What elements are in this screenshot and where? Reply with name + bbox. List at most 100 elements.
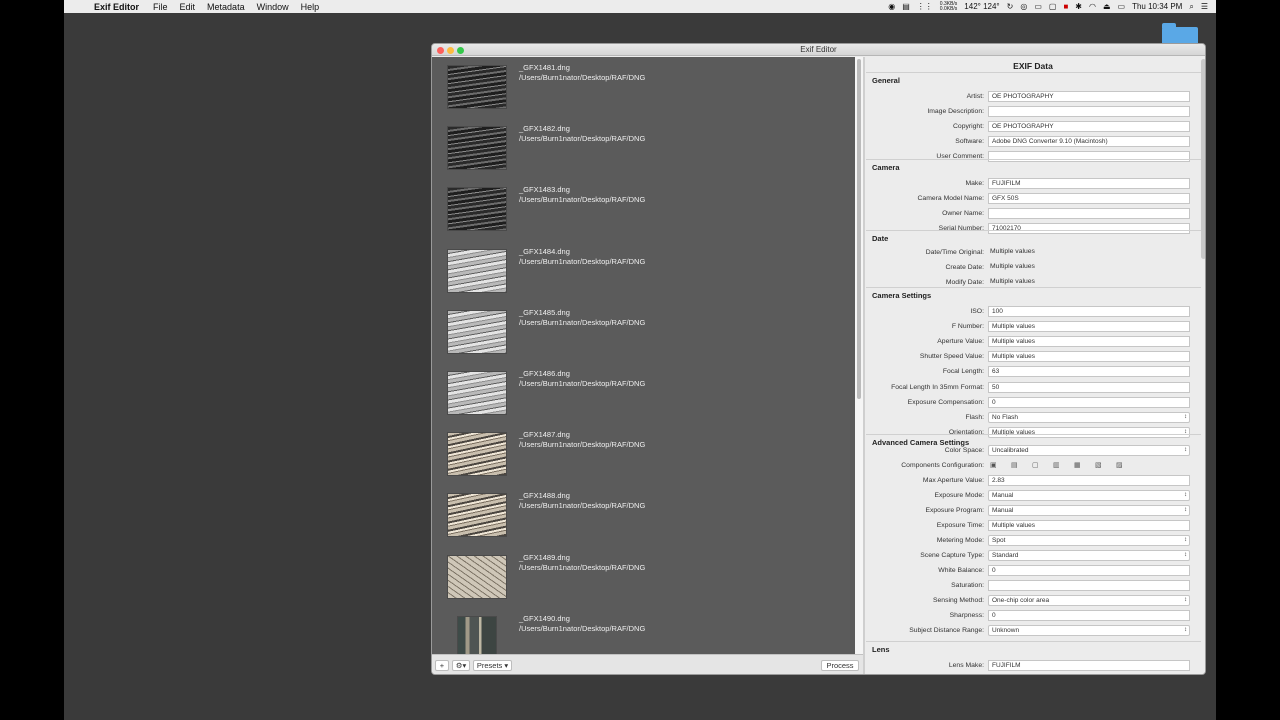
file-row[interactable]: _GFX1485.dng/Users/Burn1nator/Desktop/RA…: [432, 302, 852, 363]
activity-icon[interactable]: ▤: [902, 2, 910, 11]
eye-icon[interactable]: ◎: [1020, 2, 1027, 11]
file-path: /Users/Burn1nator/Desktop/RAF/DNG: [519, 195, 646, 205]
field-f-number[interactable]: Multiple values: [988, 321, 1190, 333]
file-row[interactable]: _GFX1486.dng/Users/Burn1nator/Desktop/RA…: [432, 363, 852, 424]
display-icon[interactable]: ▭: [1034, 2, 1042, 11]
select-color-space[interactable]: Uncalibrated: [988, 445, 1190, 456]
window-title: Exif Editor: [800, 45, 837, 54]
file-path: /Users/Burn1nator/Desktop/RAF/DNG: [519, 134, 646, 144]
menu-edit[interactable]: Edit: [180, 2, 196, 12]
value-modify-date: Multiple values: [990, 278, 1035, 285]
field-make[interactable]: FUJIFILM: [988, 178, 1190, 189]
field-copyright[interactable]: OE PHOTOGRAPHY: [988, 121, 1190, 132]
field-image-description[interactable]: [988, 106, 1190, 117]
component-icon[interactable]: ▨: [1116, 461, 1123, 469]
screen-icon[interactable]: ▢: [1049, 2, 1057, 11]
component-icon[interactable]: ▧: [1095, 461, 1102, 469]
label-copyright: Copyright:: [953, 123, 984, 130]
field-shutter-speed-value[interactable]: Multiple values: [988, 351, 1190, 363]
field-exposure-compensation[interactable]: 0: [988, 396, 1190, 408]
menu-app-name[interactable]: Exif Editor: [94, 2, 139, 12]
field-serial-number[interactable]: 71002170: [988, 223, 1190, 234]
file-thumbnail: [447, 371, 507, 415]
file-list-scrollbar[interactable]: [855, 57, 863, 654]
select-orientation[interactable]: Multiple values: [988, 426, 1190, 438]
component-icon[interactable]: ▣: [990, 461, 997, 469]
exif-editor-window: Exif Editor _GFX1481.dng/Users/Burn1nato…: [431, 43, 1206, 675]
file-row[interactable]: _GFX1490.dng/Users/Burn1nator/Desktop/RA…: [432, 608, 852, 654]
file-path: /Users/Burn1nator/Desktop/RAF/DNG: [519, 317, 646, 327]
section-title: Camera Settings: [872, 291, 932, 300]
field-software[interactable]: Adobe DNG Converter 9.10 (Macintosh): [988, 136, 1190, 147]
menu-file[interactable]: File: [153, 2, 168, 12]
record-icon[interactable]: ◉: [888, 2, 895, 11]
select-exposure-program[interactable]: Manual: [988, 505, 1190, 516]
select-scene-capture-type[interactable]: Standard: [988, 550, 1190, 561]
field-owner-name[interactable]: [988, 208, 1190, 219]
field-artist[interactable]: OE PHOTOGRAPHY: [988, 91, 1190, 102]
minimize-button[interactable]: [447, 47, 454, 54]
file-row[interactable]: _GFX1483.dng/Users/Burn1nator/Desktop/RA…: [432, 179, 852, 240]
field-lens[interactable]: [988, 674, 1190, 675]
presets-button[interactable]: Presets ▾: [473, 660, 512, 671]
label-saturation: Saturation:: [951, 582, 984, 589]
process-button[interactable]: Process: [821, 660, 859, 671]
file-path: /Users/Burn1nator/Desktop/RAF/DNG: [519, 623, 646, 633]
select-subject-distance-range[interactable]: Unknown: [988, 625, 1190, 636]
clock[interactable]: Thu 10:34 PM: [1132, 2, 1182, 11]
notification-center-icon[interactable]: ☰: [1201, 2, 1208, 11]
scrollbar-knob[interactable]: [857, 59, 861, 399]
select-flash[interactable]: No Flash: [988, 411, 1190, 423]
battery-icon[interactable]: ▭: [1118, 2, 1126, 11]
sync-icon[interactable]: ↻: [1007, 2, 1014, 11]
value-datetime-original: Multiple values: [990, 248, 1035, 255]
select-sensing-method[interactable]: One-chip color area: [988, 595, 1190, 606]
grid-icon[interactable]: ⋮⋮: [917, 2, 933, 11]
file-row[interactable]: _GFX1489.dng/Users/Burn1nator/Desktop/RA…: [432, 547, 852, 608]
close-button[interactable]: [437, 47, 444, 54]
exif-panel-scrollbar[interactable]: [1201, 59, 1205, 259]
file-row[interactable]: _GFX1481.dng/Users/Burn1nator/Desktop/RA…: [432, 57, 852, 118]
label-white-balance: White Balance:: [938, 567, 984, 574]
file-row[interactable]: _GFX1482.dng/Users/Burn1nator/Desktop/RA…: [432, 118, 852, 179]
component-icon[interactable]: ▥: [1053, 461, 1060, 469]
file-row[interactable]: _GFX1484.dng/Users/Burn1nator/Desktop/RA…: [432, 241, 852, 302]
file-row[interactable]: _GFX1488.dng/Users/Burn1nator/Desktop/RA…: [432, 485, 852, 546]
bluetooth-icon[interactable]: ✱: [1075, 2, 1082, 11]
eject-icon[interactable]: ⏏: [1103, 2, 1111, 11]
file-list[interactable]: _GFX1481.dng/Users/Burn1nator/Desktop/RA…: [432, 57, 863, 654]
zoom-button[interactable]: [457, 47, 464, 54]
field-user-comment[interactable]: [988, 151, 1190, 162]
field-aperture-value[interactable]: Multiple values: [988, 336, 1190, 348]
file-row[interactable]: _GFX1487.dng/Users/Burn1nator/Desktop/RA…: [432, 424, 852, 485]
record-stop-icon[interactable]: ■: [1063, 2, 1068, 11]
field-exposure-time[interactable]: Multiple values: [988, 520, 1190, 531]
component-icon[interactable]: ▢: [1032, 461, 1039, 469]
menu-metadata[interactable]: Metadata: [207, 2, 245, 12]
field-iso[interactable]: 100: [988, 306, 1190, 317]
component-icon[interactable]: ▦: [1074, 461, 1081, 469]
field-max-aperture-value[interactable]: 2.83: [988, 475, 1190, 486]
field-saturation[interactable]: [988, 580, 1190, 591]
file-name: _GFX1488.dng: [519, 491, 570, 501]
field-white-balance[interactable]: 0: [988, 565, 1190, 576]
field-sharpness[interactable]: 0: [988, 610, 1190, 621]
gear-menu-button[interactable]: ⚙▾: [452, 660, 470, 671]
label-scene-capture-type: Scene Capture Type:: [920, 552, 984, 559]
field-focal-length-in-35mm-format[interactable]: 50: [988, 381, 1190, 393]
network-speed[interactable]: 0.3KB/s 0.0KB/s: [940, 1, 958, 12]
label-image-description: Image Description:: [927, 108, 984, 115]
select-exposure-mode[interactable]: Manual: [988, 490, 1190, 501]
select-metering-mode[interactable]: Spot: [988, 535, 1190, 546]
add-files-button[interactable]: +: [435, 660, 449, 671]
menu-help[interactable]: Help: [301, 2, 320, 12]
menu-window[interactable]: Window: [257, 2, 289, 12]
field-camera-model-name[interactable]: GFX 50S: [988, 193, 1190, 204]
component-icon[interactable]: ▤: [1011, 461, 1018, 469]
wifi-icon[interactable]: ◠: [1089, 2, 1096, 11]
field-lens-make[interactable]: FUJIFILM: [988, 660, 1190, 671]
field-focal-length[interactable]: 63: [988, 366, 1190, 378]
file-name: _GFX1482.dng: [519, 124, 570, 134]
temperature-readout[interactable]: 142° 124°: [964, 2, 999, 11]
spotlight-search-icon[interactable]: ⌕: [1189, 2, 1193, 12]
